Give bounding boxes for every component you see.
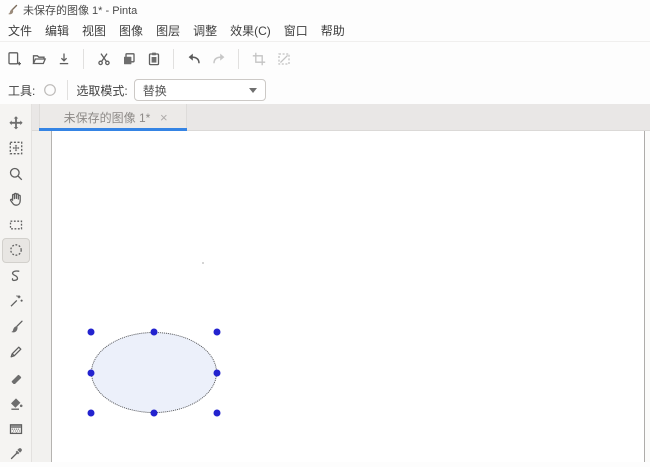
open-image-button[interactable] <box>26 46 51 72</box>
move-selected-pixels-icon <box>8 140 24 156</box>
cut-button[interactable] <box>91 46 116 72</box>
tool-paintbrush[interactable] <box>2 314 30 340</box>
selection-mode-dropdown[interactable]: 替换 <box>134 79 266 101</box>
color-picker-icon <box>8 446 24 462</box>
content-area: 未保存的图像 1* × <box>0 104 650 462</box>
paint-bucket-icon <box>8 395 24 411</box>
main-toolbar <box>0 42 650 76</box>
tool-zoom[interactable] <box>2 161 30 187</box>
tool-move-selection[interactable] <box>2 110 30 136</box>
paintbrush-icon <box>8 319 24 335</box>
gradient-icon <box>8 421 24 437</box>
dropdown-arrow-icon <box>249 88 257 93</box>
tool-ellipse-select[interactable] <box>2 238 30 264</box>
deselect-icon <box>276 51 292 67</box>
crop-to-selection-button[interactable] <box>246 46 271 72</box>
menu-adjustments[interactable]: 调整 <box>188 19 222 42</box>
redo-button[interactable] <box>206 46 231 72</box>
tool-pencil[interactable] <box>2 340 30 366</box>
selection-mode-value: 替换 <box>143 82 167 99</box>
rectangle-select-icon <box>8 217 24 233</box>
selection-handle-sw[interactable] <box>88 410 95 417</box>
selection-handle-se[interactable] <box>214 410 221 417</box>
vertical-scrollbar[interactable] <box>644 131 650 462</box>
menu-file[interactable]: 文件 <box>3 19 37 42</box>
tool-color-picker[interactable] <box>2 442 30 467</box>
window-title: 未保存的图像 1* - Pinta <box>23 2 137 18</box>
tool-magic-wand[interactable] <box>2 289 30 315</box>
new-image-icon <box>6 51 22 67</box>
menu-effects[interactable]: 效果(C) <box>225 19 276 42</box>
copy-button[interactable] <box>116 46 141 72</box>
tool-pan[interactable] <box>2 187 30 213</box>
tab-label: 未保存的图像 1* <box>40 109 160 126</box>
selection-handle-e[interactable] <box>214 369 221 376</box>
ellipse-select-icon <box>8 242 24 258</box>
save-icon <box>56 51 72 67</box>
tool-eraser[interactable] <box>2 365 30 391</box>
canvas-viewport[interactable] <box>32 131 650 462</box>
pan-hand-icon <box>8 191 24 207</box>
tool-gradient[interactable] <box>2 416 30 442</box>
menu-image[interactable]: 图像 <box>114 19 148 42</box>
toolbar-separator <box>238 49 239 69</box>
lasso-select-icon <box>8 268 24 284</box>
eraser-icon <box>8 370 24 386</box>
options-separator <box>67 80 68 100</box>
document-tab[interactable]: 未保存的图像 1* × <box>39 104 187 130</box>
tool-label: 工具: <box>8 82 35 99</box>
menu-view[interactable]: 视图 <box>77 19 111 42</box>
menu-layers[interactable]: 图层 <box>151 19 185 42</box>
canvas-artifact <box>202 262 204 264</box>
title-bar: 未保存的图像 1* - Pinta <box>0 0 650 20</box>
open-image-icon <box>31 51 47 67</box>
cut-icon <box>96 51 112 67</box>
tool-paint-bucket[interactable] <box>2 391 30 417</box>
tool-options-bar: 工具: 选取模式: 替换 <box>0 76 650 104</box>
selection-handle-s[interactable] <box>151 410 158 417</box>
copy-icon <box>121 51 137 67</box>
paste-icon <box>146 51 162 67</box>
tool-lasso-select[interactable] <box>2 263 30 289</box>
magic-wand-icon <box>8 293 24 309</box>
tool-rectangle-select[interactable] <box>2 212 30 238</box>
ellipse-select-icon <box>41 81 59 99</box>
menu-edit[interactable]: 编辑 <box>40 19 74 42</box>
undo-button[interactable] <box>181 46 206 72</box>
paste-button[interactable] <box>141 46 166 72</box>
menu-window[interactable]: 窗口 <box>279 19 313 42</box>
save-button[interactable] <box>51 46 76 72</box>
image-canvas[interactable] <box>51 131 644 462</box>
ellipse-selection[interactable] <box>91 332 217 413</box>
crop-icon <box>251 51 267 67</box>
zoom-icon <box>8 166 24 182</box>
deselect-all-button[interactable] <box>271 46 296 72</box>
tab-close-icon[interactable]: × <box>160 110 186 125</box>
tool-move-selected-pixels[interactable] <box>2 136 30 162</box>
move-selection-icon <box>8 115 24 131</box>
undo-icon <box>186 51 202 67</box>
toolbar-separator <box>173 49 174 69</box>
selection-mode-label: 选取模式: <box>76 82 127 99</box>
document-area: 未保存的图像 1* × <box>32 104 650 462</box>
pencil-icon <box>8 344 24 360</box>
selection-handle-w[interactable] <box>88 369 95 376</box>
pinta-logo-icon <box>6 4 18 16</box>
selection-handle-n[interactable] <box>151 329 158 336</box>
tool-palette <box>0 104 32 462</box>
menu-bar: 文件 编辑 视图 图像 图层 调整 效果(C) 窗口 帮助 <box>0 20 650 42</box>
toolbar-separator <box>83 49 84 69</box>
selection-handle-nw[interactable] <box>88 329 95 336</box>
tab-strip: 未保存的图像 1* × <box>32 104 650 131</box>
selection-handle-ne[interactable] <box>214 329 221 336</box>
menu-help[interactable]: 帮助 <box>316 19 350 42</box>
redo-icon <box>211 51 227 67</box>
new-image-button[interactable] <box>1 46 26 72</box>
